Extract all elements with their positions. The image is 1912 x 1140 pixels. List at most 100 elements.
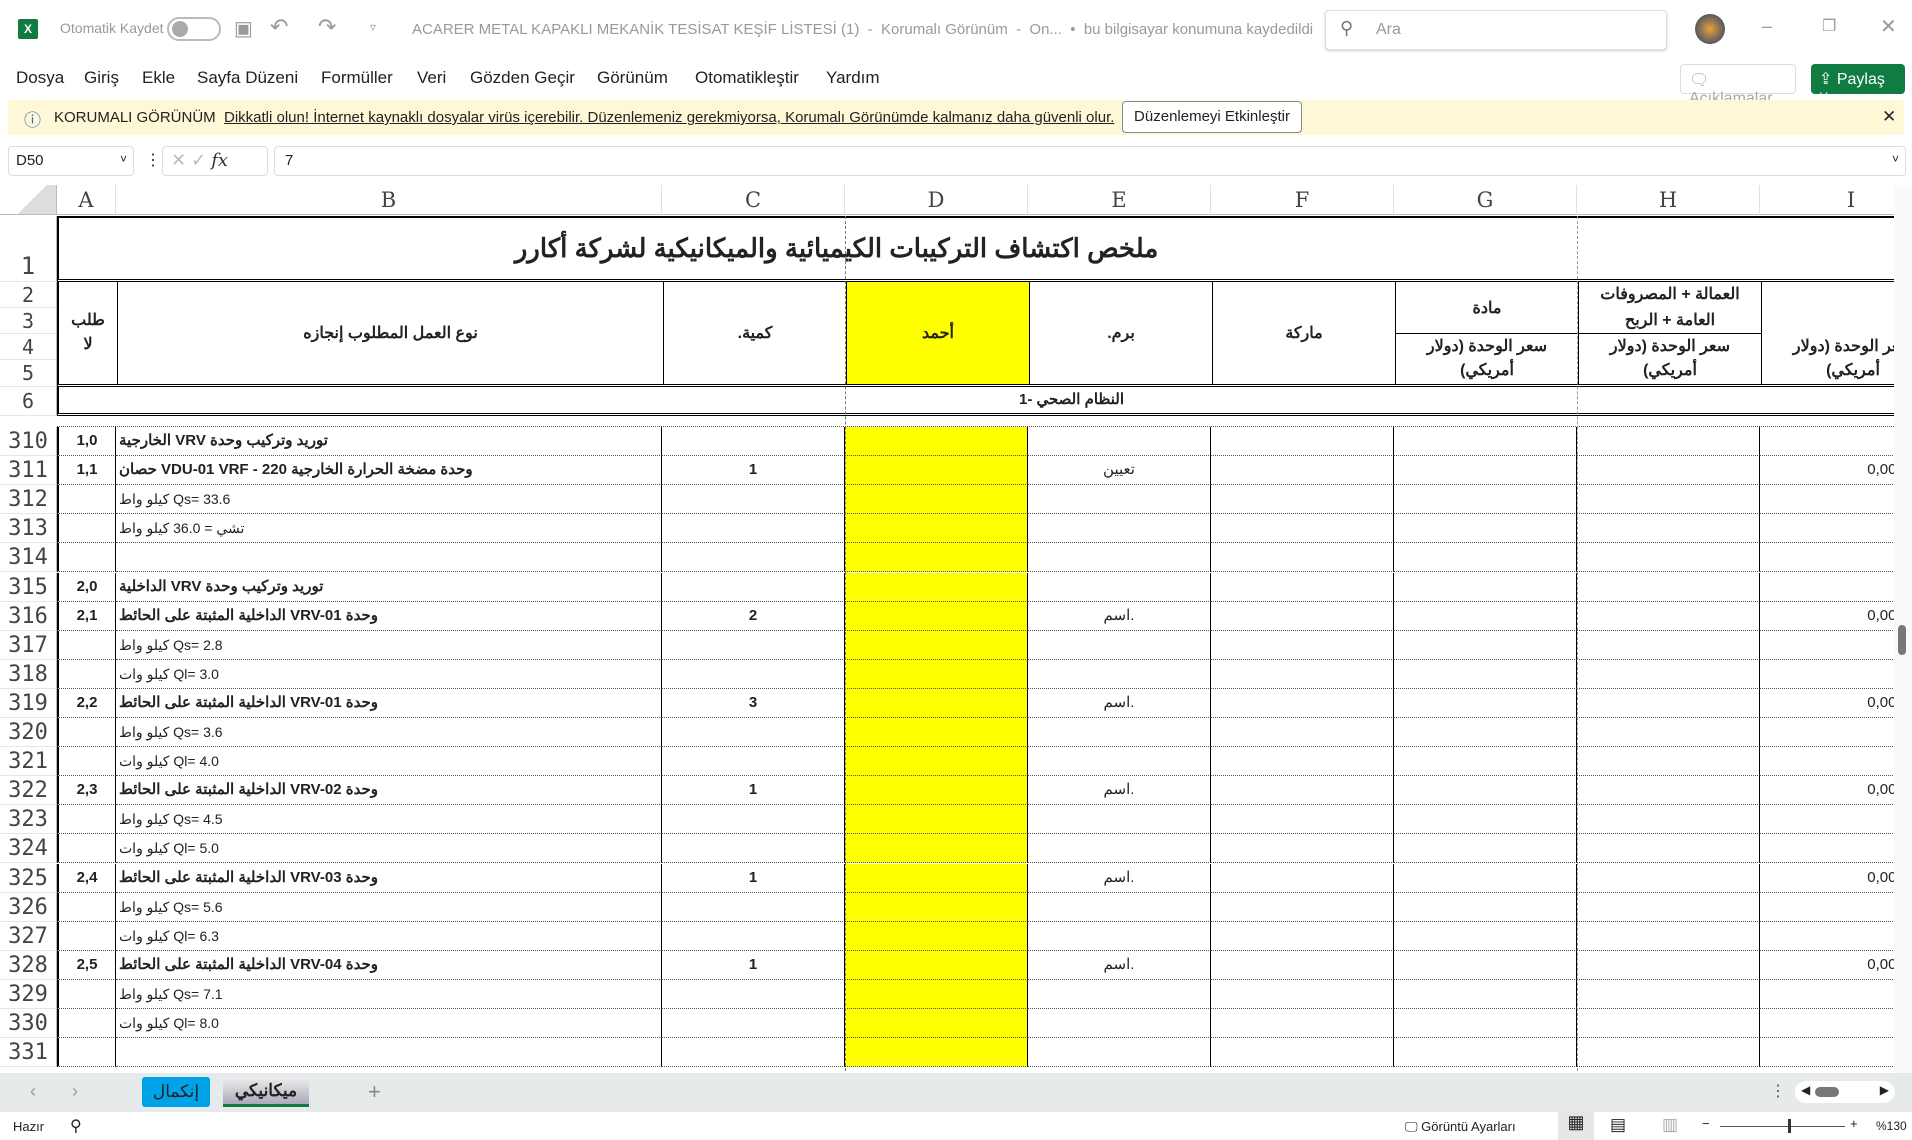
cell-d[interactable] [845, 659, 1028, 689]
cell-d[interactable] [845, 543, 1028, 573]
cell-h[interactable] [1577, 485, 1760, 515]
restore-icon[interactable]: ❐ [1822, 16, 1836, 36]
cell-c[interactable] [662, 485, 845, 515]
cell-a[interactable]: 2,1 [57, 601, 116, 631]
cell-e[interactable] [1028, 543, 1211, 573]
document-title[interactable]: ACARER METAL KAPAKLI MEKANİK TESİSAT KEŞ… [412, 21, 1313, 38]
cell-b[interactable]: وحدة VRV-04 الداخلية المثبتة على الحائط [116, 950, 662, 980]
page-break-view-icon[interactable]: ▥ [1662, 1115, 1678, 1135]
sheet-tab-mekaniki[interactable]: ميكانيكي [223, 1077, 309, 1107]
avatar[interactable] [1695, 14, 1725, 44]
cell-g[interactable] [1394, 485, 1577, 515]
cell-c[interactable] [662, 427, 845, 457]
cell-g[interactable] [1394, 543, 1577, 573]
cell-h[interactable] [1577, 950, 1760, 980]
cell-b[interactable]: Ql= 5.0 كيلو وات [116, 834, 662, 864]
cell-g[interactable] [1394, 718, 1577, 748]
cell-h[interactable] [1577, 863, 1760, 893]
column-header-f[interactable]: F [1211, 185, 1394, 215]
cell-c[interactable] [662, 834, 845, 864]
cell-a[interactable] [57, 514, 116, 544]
row-header[interactable]: 318 [0, 659, 57, 689]
cell-c[interactable] [662, 659, 845, 689]
cell-a[interactable]: 2,0 [57, 572, 116, 602]
cell-a[interactable]: 2,3 [57, 776, 116, 806]
cell-g[interactable] [1394, 688, 1577, 718]
row-header[interactable]: 310 [0, 427, 57, 457]
cell-c[interactable] [662, 921, 845, 951]
cell-i[interactable] [1760, 922, 1894, 951]
sheet-tab-inkmal[interactable]: إنكمال [142, 1077, 210, 1107]
column-header-h[interactable]: H [1577, 185, 1760, 215]
column-header-g[interactable]: G [1394, 185, 1577, 215]
cell-c[interactable] [662, 543, 845, 573]
cell-b[interactable]: Ql= 3.0 كيلو وات [116, 659, 662, 689]
cell-a[interactable] [57, 805, 116, 835]
cell-g[interactable] [1394, 921, 1577, 951]
cell-a[interactable] [57, 1009, 116, 1039]
row-header[interactable]: 323 [0, 805, 57, 835]
cell-i[interactable] [1760, 747, 1894, 777]
cell-a[interactable] [57, 892, 116, 922]
more-icon[interactable]: ⋮ [145, 150, 161, 170]
row-header[interactable]: 315 [0, 572, 57, 602]
cell-c[interactable] [662, 514, 845, 544]
column-header-c[interactable]: C [662, 185, 845, 215]
cell-h[interactable] [1577, 979, 1760, 1009]
cell-a[interactable]: 1,1 [57, 456, 116, 486]
cell-d[interactable] [845, 747, 1028, 777]
save-icon[interactable]: ▣ [234, 16, 253, 41]
cell-g[interactable] [1394, 892, 1577, 922]
cell-i[interactable] [1760, 660, 1894, 689]
cell-d[interactable] [845, 688, 1028, 718]
cell-g[interactable] [1394, 572, 1577, 602]
tab-options-icon[interactable]: ⋮ [1770, 1081, 1786, 1101]
cell-i[interactable]: 0,00 $ [1760, 456, 1894, 486]
cell-c[interactable] [662, 1009, 845, 1039]
vertical-scrollbar[interactable] [1894, 185, 1912, 1073]
cell-i[interactable] [1760, 718, 1894, 748]
cell-b[interactable]: Qs= 7.1 كيلو واط [116, 979, 662, 1009]
cell-a[interactable] [57, 630, 116, 660]
cell-f[interactable] [1211, 659, 1394, 689]
cell-i[interactable] [1760, 573, 1894, 602]
cell-a[interactable] [57, 485, 116, 515]
cell-i[interactable] [1760, 543, 1894, 573]
normal-view-icon[interactable]: ▦ [1558, 1112, 1594, 1140]
cell-b[interactable]: Qs= 3.6 كيلو واط [116, 718, 662, 748]
menu-sayfa-duzeni[interactable]: Sayfa Düzeni [197, 68, 298, 88]
row-header[interactable]: 326 [0, 892, 57, 922]
row-header[interactable]: 5 [0, 360, 57, 387]
accessibility-icon[interactable]: ⚲ [70, 1116, 82, 1136]
cell-f[interactable] [1211, 456, 1394, 486]
cell-d[interactable] [845, 950, 1028, 980]
cell-a[interactable] [57, 543, 116, 573]
row-header[interactable]: 314 [0, 543, 57, 573]
cell-h[interactable] [1577, 892, 1760, 922]
cell-b[interactable]: وحدة مضخة الحرارة الخارجية 220 - VDU-01 … [116, 456, 662, 486]
menu-dosya[interactable]: Dosya [16, 68, 64, 88]
cell-d[interactable] [845, 456, 1028, 486]
cell-f[interactable] [1211, 572, 1394, 602]
protected-message[interactable]: Dikkatli olun! İnternet kaynaklı dosyala… [224, 109, 1114, 126]
cell-d[interactable] [845, 630, 1028, 660]
cell-h[interactable] [1577, 688, 1760, 718]
cell-h[interactable] [1577, 718, 1760, 748]
cell-f[interactable] [1211, 718, 1394, 748]
cell-g[interactable] [1394, 979, 1577, 1009]
cell-f[interactable] [1211, 979, 1394, 1009]
cell-d[interactable] [845, 805, 1028, 835]
cell-h[interactable] [1577, 776, 1760, 806]
cell-e[interactable] [1028, 1038, 1211, 1068]
row-header[interactable]: 2 [0, 282, 57, 308]
cell-f[interactable] [1211, 950, 1394, 980]
cell-a[interactable] [57, 979, 116, 1009]
formula-input[interactable]: 7 ˅ [274, 146, 1906, 176]
cell-f[interactable] [1211, 1009, 1394, 1039]
cell-h[interactable] [1577, 572, 1760, 602]
cell-g[interactable] [1394, 601, 1577, 631]
cell-b[interactable]: Ql= 6.3 كيلو وات [116, 921, 662, 951]
cell-f[interactable] [1211, 863, 1394, 893]
menu-gorunum[interactable]: Görünüm [597, 68, 668, 88]
cell-i[interactable] [1760, 1009, 1894, 1039]
